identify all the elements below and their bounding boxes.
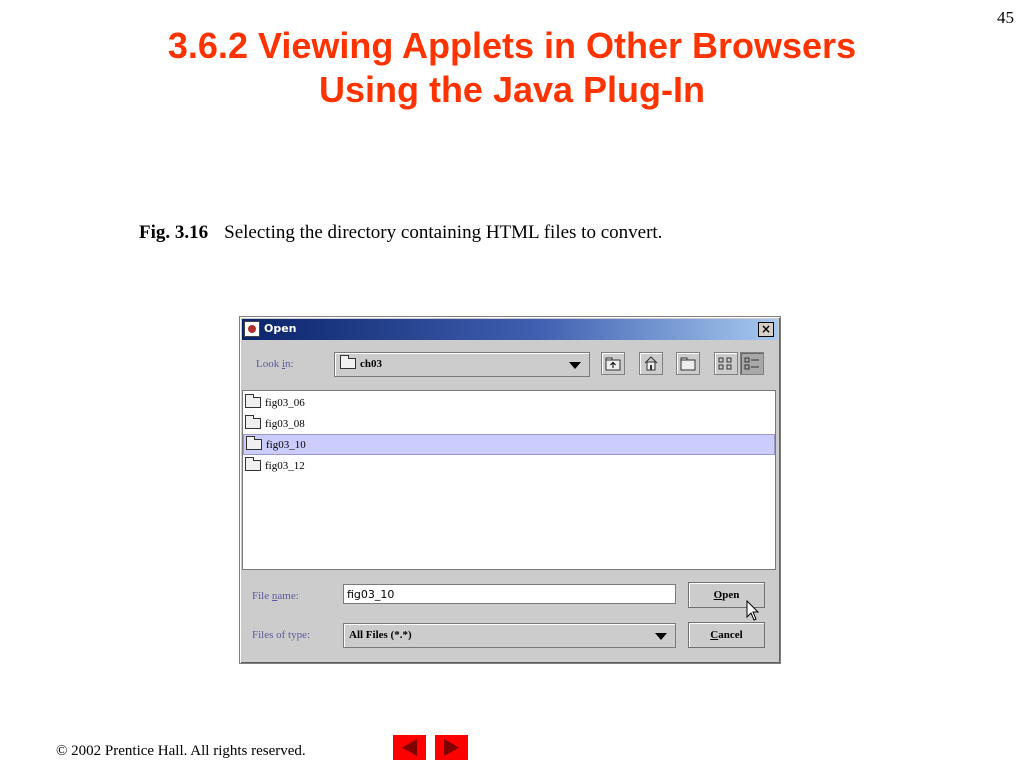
list-item-selected[interactable]: fig03_10 bbox=[243, 434, 775, 455]
look-in-value: ch03 bbox=[360, 358, 382, 370]
dialog-titlebar[interactable]: Open × bbox=[242, 319, 778, 340]
cancel-button[interactable]: Cancel bbox=[688, 622, 765, 648]
folder-icon bbox=[245, 457, 261, 471]
arrow-right-icon bbox=[444, 739, 459, 756]
list-item[interactable]: fig03_06 bbox=[243, 393, 775, 414]
list-view-button[interactable] bbox=[714, 352, 738, 375]
file-name-input[interactable]: fig03_10 bbox=[343, 584, 676, 604]
list-view-icon bbox=[718, 357, 732, 370]
arrow-left-icon bbox=[402, 739, 417, 756]
up-one-level-button[interactable] bbox=[601, 352, 625, 375]
folder-icon bbox=[245, 415, 261, 429]
new-folder-icon bbox=[680, 357, 696, 371]
mouse-cursor-icon bbox=[746, 600, 760, 621]
figure-caption: Fig. 3.16 Selecting the directory contain… bbox=[139, 222, 662, 244]
figure-label: Fig. 3.16 bbox=[139, 222, 209, 243]
close-icon: × bbox=[760, 322, 772, 336]
chevron-down-icon bbox=[655, 633, 667, 640]
previous-slide-button[interactable] bbox=[393, 735, 426, 760]
slide-title: 3.6.2 Viewing Applets in Other Browsers … bbox=[0, 24, 1024, 112]
files-of-type-combo[interactable]: All Files (*.*) bbox=[343, 623, 676, 648]
list-item[interactable]: fig03_12 bbox=[243, 456, 775, 477]
chevron-down-icon bbox=[569, 362, 581, 369]
next-slide-button[interactable] bbox=[435, 735, 468, 760]
file-list[interactable]: fig03_06 fig03_08 fig03_10 fig03_12 bbox=[242, 390, 776, 570]
file-name-label: File name: bbox=[252, 590, 299, 602]
new-folder-button[interactable] bbox=[676, 352, 700, 375]
folder-icon bbox=[340, 355, 356, 369]
look-in-combo[interactable]: ch03 bbox=[334, 352, 590, 377]
files-of-type-value: All Files (*.*) bbox=[349, 629, 412, 641]
copyright-footer: © 2002 Prentice Hall. All rights reserve… bbox=[56, 743, 306, 759]
look-in-label: Look in: bbox=[256, 358, 294, 370]
list-item[interactable]: fig03_08 bbox=[243, 414, 775, 435]
home-icon bbox=[644, 356, 658, 371]
details-view-button[interactable] bbox=[740, 352, 764, 375]
figure-caption-text: Selecting the directory containing HTML … bbox=[224, 222, 663, 243]
close-button[interactable]: × bbox=[758, 322, 774, 337]
title-line-1: 3.6.2 Viewing Applets in Other Browsers bbox=[167, 25, 857, 66]
title-line-2: Using the Java Plug-In bbox=[318, 69, 706, 110]
home-button[interactable] bbox=[639, 352, 663, 375]
java-app-icon bbox=[244, 321, 260, 337]
dialog-title: Open bbox=[264, 322, 297, 335]
up-folder-icon bbox=[605, 357, 621, 371]
details-view-icon bbox=[744, 357, 759, 370]
folder-icon bbox=[245, 394, 261, 408]
folder-icon bbox=[246, 436, 262, 450]
files-of-type-label: Files of type: bbox=[252, 629, 311, 641]
